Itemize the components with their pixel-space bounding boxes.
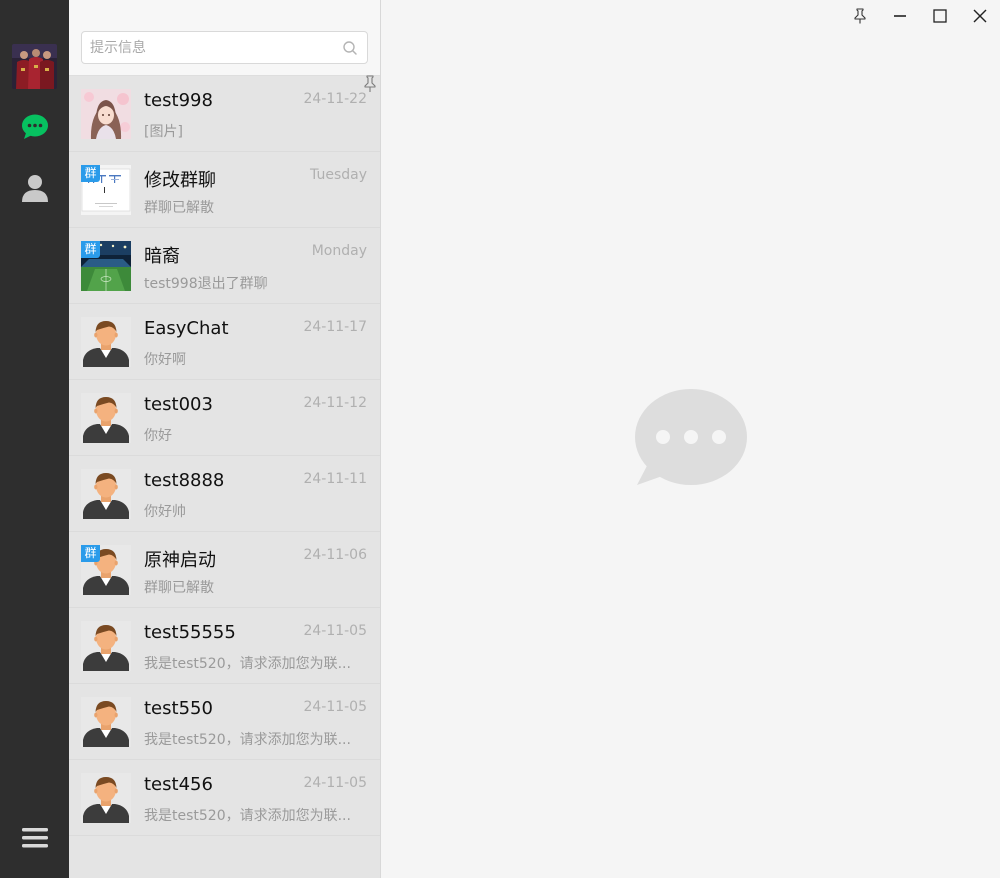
conversation-avatar xyxy=(81,621,131,671)
conversation-avatar xyxy=(81,317,131,367)
conversation-avatar: 群 xyxy=(81,165,131,215)
conversation-item[interactable]: test003 24-11-12 你好 xyxy=(69,380,380,456)
left-nav-bar xyxy=(0,0,69,878)
user-avatar[interactable] xyxy=(12,44,57,89)
conversation-last-message: 你好帅 xyxy=(144,504,186,520)
group-badge: 群 xyxy=(81,241,100,258)
conversation-name: EasyChat xyxy=(144,318,229,339)
conversation-name: test550 xyxy=(144,698,213,719)
conversation-last-message: 我是test520，请求添加您为联... xyxy=(144,808,351,824)
chat-icon[interactable] xyxy=(20,112,50,142)
conversation-item[interactable]: 群 修改群聊 Tuesday 群聊已解散 xyxy=(69,152,380,228)
search-icon[interactable] xyxy=(342,40,358,56)
conversation-name: 原神启动 xyxy=(144,550,216,571)
conversation-name: 修改群聊 xyxy=(144,170,216,191)
conversation-last-message: 群聊已解散 xyxy=(144,580,214,596)
search-box[interactable] xyxy=(81,31,368,64)
conversation-item[interactable]: test55555 24-11-05 我是test520，请求添加您为联... xyxy=(69,608,380,684)
conversation-last-message: 你好啊 xyxy=(144,352,186,368)
conversation-last-message: 我是test520，请求添加您为联... xyxy=(144,732,351,748)
conversation-item[interactable]: test998 24-11-22 [图片] xyxy=(69,76,380,152)
conversation-last-message: [图片] xyxy=(144,124,183,140)
conversation-time: 24-11-12 xyxy=(303,395,367,411)
conversation-time: 24-11-06 xyxy=(303,547,367,563)
conversation-avatar xyxy=(81,469,131,519)
conversation-avatar: 群 xyxy=(81,241,131,291)
conversation-avatar xyxy=(81,89,131,139)
conversation-name: test55555 xyxy=(144,622,236,643)
conversation-item[interactable]: test456 24-11-05 我是test520，请求添加您为联... xyxy=(69,760,380,836)
maximize-icon[interactable] xyxy=(928,4,952,28)
conversation-last-message: 群聊已解散 xyxy=(144,200,214,216)
conversation-time: 24-11-17 xyxy=(303,319,367,335)
menu-icon[interactable] xyxy=(20,823,50,853)
conversation-last-message: test998退出了群聊 xyxy=(144,276,268,292)
conversation-avatar xyxy=(81,393,131,443)
group-badge: 群 xyxy=(81,545,100,562)
conversation-time: 24-11-05 xyxy=(303,699,367,715)
minimize-icon[interactable] xyxy=(888,4,912,28)
search-input[interactable] xyxy=(90,32,340,63)
conversation-time: Tuesday xyxy=(310,167,367,183)
conversation-item[interactable]: test550 24-11-05 我是test520，请求添加您为联... xyxy=(69,684,380,760)
search-area xyxy=(69,0,380,76)
conversation-name: test003 xyxy=(144,394,213,415)
conversation-list: test998 24-11-22 [图片] 群 修改群聊 Tuesday 群聊已… xyxy=(69,76,380,836)
conversation-item[interactable]: 群 暗裔 Monday test998退出了群聊 xyxy=(69,228,380,304)
conversation-name: 暗裔 xyxy=(144,246,180,267)
conversation-time: 24-11-05 xyxy=(303,775,367,791)
conversation-avatar xyxy=(81,697,131,747)
conversation-avatar: 群 xyxy=(81,545,131,595)
conversation-time: 24-11-11 xyxy=(303,471,367,487)
conversation-time: Monday xyxy=(311,243,367,259)
pin-icon[interactable] xyxy=(848,4,872,28)
contacts-icon[interactable] xyxy=(20,173,50,203)
conversation-avatar xyxy=(81,773,131,823)
conversation-item[interactable]: test8888 24-11-11 你好帅 xyxy=(69,456,380,532)
conversation-last-message: 你好 xyxy=(144,428,172,444)
conversation-list-panel: test998 24-11-22 [图片] xyxy=(69,0,381,878)
conversation-last-message: 我是test520，请求添加您为联... xyxy=(144,656,351,672)
conversation-name: test998 xyxy=(144,90,213,111)
conversation-time: 24-11-05 xyxy=(303,623,367,639)
conversation-name: test456 xyxy=(144,774,213,795)
conversation-name: test8888 xyxy=(144,470,225,491)
close-icon[interactable] xyxy=(968,4,992,28)
conversation-item[interactable]: 群 原神启动 24-11-06 群聊已解散 xyxy=(69,532,380,608)
conversation-item[interactable]: EasyChat 24-11-17 你好啊 xyxy=(69,304,380,380)
chat-bubble-icon xyxy=(635,389,747,485)
conversation-time: 24-11-22 xyxy=(303,91,367,107)
group-badge: 群 xyxy=(81,165,100,182)
